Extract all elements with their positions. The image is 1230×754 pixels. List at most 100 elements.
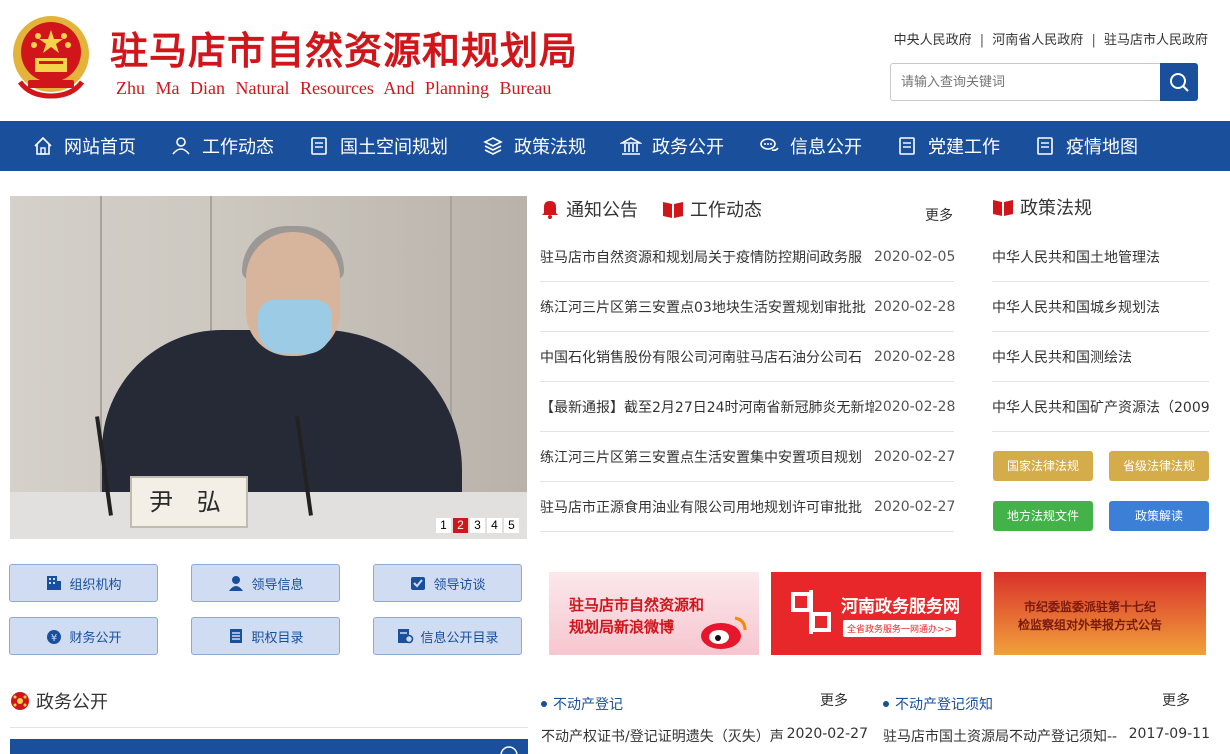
nav-item-gov-affairs[interactable]: 政务公开 <box>620 133 724 159</box>
news-date: 2020-02-28 <box>874 348 956 365</box>
tab-work-news[interactable]: 工作动态 <box>662 196 762 222</box>
site-title: 驻马店市自然资源和规划局 <box>110 28 579 73</box>
quick-link-authority-list[interactable]: 职权目录 <box>191 617 340 655</box>
discipline-banner-text: 市纪委监委派驻第十七纪 检监察组对外举报方式公告 <box>1018 598 1162 634</box>
nav-item-policy[interactable]: 政策法规 <box>482 133 586 159</box>
gov-link-separator: | <box>979 33 985 48</box>
policy-title: 政策法规 <box>1020 198 1092 219</box>
news-date: 2020-02-27 <box>874 498 956 515</box>
interview-icon <box>411 577 426 590</box>
nav-item-party-work[interactable]: 党建工作 <box>896 133 1000 159</box>
org-icon <box>47 576 62 590</box>
news-date: 2020-02-27 <box>874 448 956 465</box>
nav-item-label: 党建工作 <box>928 137 1000 158</box>
nav-item-epidemic-map[interactable]: 疫情地图 <box>1034 133 1138 159</box>
slide-face-mask <box>258 300 332 354</box>
estate-registration-title: 不动产登记 <box>553 697 623 713</box>
list-icon <box>230 629 243 643</box>
policy-item[interactable]: 中华人民共和国土地管理法 <box>992 232 1209 282</box>
news-title: 中国石化销售股份有限公司河南驻马店石油分公司石 <box>540 349 862 366</box>
weibo-banner[interactable]: 驻马店市自然资源和 规划局新浪微博 <box>549 572 759 655</box>
weibo-banner-line: 驻马店市自然资源和 <box>569 596 705 614</box>
quick-link-info-catalog[interactable]: 信息公开目录 <box>373 617 522 655</box>
local-regulations-button[interactable]: 地方法规文件 <box>993 501 1093 531</box>
search-icon <box>1170 73 1189 92</box>
estate-row-title: 不动产权证书/登记证明遗失（灭失）声 <box>541 729 784 745</box>
slider-dot[interactable]: 1 <box>436 518 451 533</box>
gov-affairs-badge-icon <box>11 692 29 710</box>
news-row[interactable]: 驻马店市自然资源和规划局关于疫情防控期间政务服 2020-02-05 <box>540 232 955 282</box>
discipline-banner-line: 市纪委监委派驻第十七纪 <box>1024 600 1157 614</box>
provincial-laws-button[interactable]: 省级法律法规 <box>1109 451 1209 481</box>
henan-banner-subtitle: 全省政务服务一网通办>> <box>843 620 957 637</box>
user-icon <box>172 137 190 155</box>
image-slider[interactable]: 尹 弘 1 2 3 4 5 <box>10 196 527 539</box>
news-row[interactable]: 练江河三片区第三安置点03地块生活安置规划审批批 2020-02-28 <box>540 282 955 332</box>
henan-gov-service-banner[interactable]: 河南政务服务网 全省政务服务一网通办>> <box>771 572 981 655</box>
policy-item[interactable]: 中华人民共和国测绘法 <box>992 332 1209 382</box>
bullet-dot <box>883 701 889 707</box>
discipline-inspection-banner[interactable]: 市纪委监委派驻第十七纪 检监察组对外举报方式公告 <box>994 572 1206 655</box>
site-subtitle: Zhu Ma Dian Natural Resources And Planni… <box>116 78 552 98</box>
notice-row-title: 驻马店市国土资源局不动产登记须知-- <box>883 729 1118 745</box>
nav-item-spatial-planning[interactable]: 国土空间规划 <box>308 133 448 159</box>
henan-banner-title: 河南政务服务网 <box>841 597 960 617</box>
news-title: 驻马店市正源食用油业有限公司用地规划许可审批批 <box>540 499 862 516</box>
nav-item-label: 信息公开 <box>790 137 862 158</box>
chat-icon <box>760 138 779 152</box>
catalog-icon <box>398 629 414 644</box>
tab-notice[interactable]: 通知公告 <box>540 196 638 222</box>
building-icon <box>620 137 642 155</box>
search-button[interactable] <box>1160 63 1198 101</box>
circle-arrow-icon <box>500 746 518 754</box>
nav-item-label: 网站首页 <box>64 137 136 158</box>
quick-link-finance[interactable]: ¥ 财务公开 <box>9 617 158 655</box>
nav-item-home[interactable]: 网站首页 <box>32 133 136 159</box>
news-tabs: 通知公告 工作动态 更多 <box>540 194 954 228</box>
quick-link-leaders[interactable]: 领导信息 <box>191 564 340 602</box>
news-row[interactable]: 驻马店市正源食用油业有限公司用地规划许可审批批 2020-02-27 <box>540 482 956 532</box>
nav-item-label: 政务公开 <box>652 137 724 158</box>
news-row[interactable]: 【最新通报】截至2月27日24时河南省新冠肺炎无新增 2020-02-28 <box>540 382 955 432</box>
policy-item[interactable]: 中华人民共和国城乡规划法 <box>992 282 1209 332</box>
estate-more-link[interactable]: 更多 <box>820 690 848 710</box>
national-emblem-logo <box>10 12 92 100</box>
nav-item-work-news[interactable]: 工作动态 <box>170 133 274 159</box>
estate-row[interactable]: 不动产权证书/登记证明遗失（灭失）声 2020-02-27 <box>541 726 868 746</box>
quick-link-interviews[interactable]: 领导访谈 <box>373 564 522 602</box>
news-title: 练江河三片区第三安置点03地块生活安置规划审批批 <box>540 299 866 316</box>
document-icon <box>899 137 915 155</box>
slider-dot[interactable]: 5 <box>504 518 519 533</box>
quick-link-label: 职权目录 <box>251 630 304 646</box>
slider-dot[interactable]: 4 <box>487 518 502 533</box>
home-icon <box>34 136 52 155</box>
policy-interpretation-button[interactable]: 政策解读 <box>1109 501 1209 531</box>
gov-link-henan[interactable]: 河南省人民政府 <box>992 33 1083 48</box>
book-icon <box>993 200 1013 216</box>
registration-notice-header[interactable]: 不动产登记须知 <box>883 694 993 714</box>
news-list: 驻马店市自然资源和规划局关于疫情防控期间政务服 2020-02-05 练江河三片区… <box>540 232 956 532</box>
notice-row[interactable]: 驻马店市国土资源局不动产登记须知-- 2017-09-11 <box>883 726 1210 746</box>
notice-more-link[interactable]: 更多 <box>1162 690 1190 710</box>
news-row[interactable]: 中国石化销售股份有限公司河南驻马店石油分公司石 2020-02-28 <box>540 332 956 382</box>
tab-notice-label: 通知公告 <box>566 200 638 221</box>
slide-nameplate: 尹 弘 <box>130 476 248 528</box>
gov-link-zhumadian[interactable]: 驻马店市人民政府 <box>1104 33 1208 48</box>
news-row[interactable]: 练江河三片区第三安置点生活安置集中安置项目规划 2020-02-27 <box>540 432 956 482</box>
estate-registration-header[interactable]: 不动产登记 <box>541 694 623 714</box>
gov-affairs-section-header: 政务公开 <box>10 688 108 714</box>
quick-link-label: 信息公开目录 <box>420 630 499 646</box>
slider-dot-active[interactable]: 2 <box>453 518 468 533</box>
policy-item[interactable]: 中华人民共和国矿产资源法（2009 <box>992 382 1209 432</box>
national-laws-button[interactable]: 国家法律法规 <box>993 451 1093 481</box>
nav-item-info-disclosure[interactable]: 信息公开 <box>758 133 862 159</box>
quick-link-organization[interactable]: 组织机构 <box>9 564 158 602</box>
search-input[interactable] <box>890 63 1160 101</box>
gov-links: 中央人民政府 | 河南省人民政府 | 驻马店市人民政府 <box>894 29 1208 48</box>
gov-link-central[interactable]: 中央人民政府 <box>894 33 972 48</box>
nav-item-label: 工作动态 <box>202 137 274 158</box>
slider-dot[interactable]: 3 <box>470 518 485 533</box>
news-more-link[interactable]: 更多 <box>925 205 953 225</box>
main-nav: 网站首页 工作动态 国土空间规划 政策法规 政务公开 信息公开 党建工作 疫情地… <box>0 121 1230 171</box>
bell-icon <box>542 201 558 219</box>
